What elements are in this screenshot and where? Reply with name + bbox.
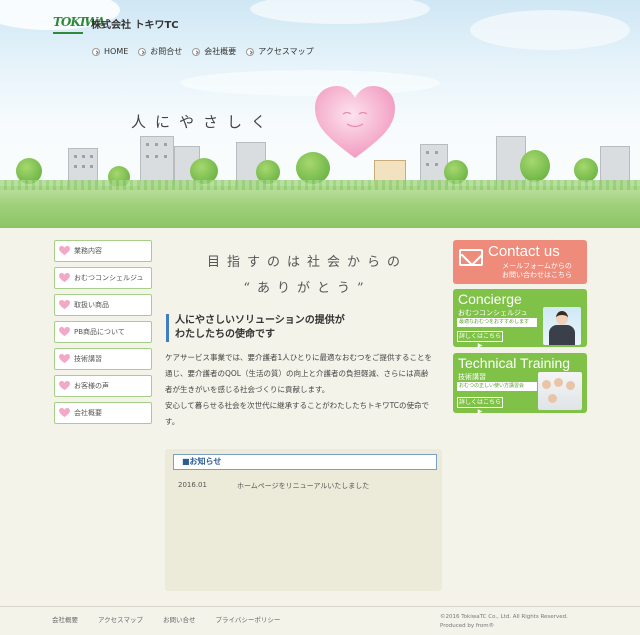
concierge-more-button[interactable]: 詳しくはこちら ▶: [457, 331, 503, 349]
copyright: ©2016 TokiwaTC Co., Ltd. All Rights Rese…: [440, 614, 568, 629]
footer-link-contact[interactable]: お問い合せ: [163, 614, 196, 624]
arrow-circle-icon: [92, 47, 100, 56]
technical-training-banner[interactable]: Technical Training 技術講習 おむつの正しい使い方講習会 詳し…: [453, 353, 587, 415]
news-text: ホームページをリニューアルいたしました: [236, 482, 370, 490]
side-nav: 業務内容 おむつコンシェルジュ 取扱い商品 PB商品について 技術講習 お客様の…: [54, 240, 152, 429]
sidebar-item-training[interactable]: 技術講習: [54, 348, 152, 370]
news-item[interactable]: 2016.01 ホームページをリニューアルいたしました: [178, 481, 369, 491]
arrow-circle-icon: [138, 47, 147, 56]
footer-divider: [0, 606, 640, 607]
nav-home[interactable]: HOME: [92, 46, 128, 57]
heart-cloud-icon: [315, 86, 395, 158]
news-panel: ■お知らせ 2016.01 ホームページをリニューアルいたしました: [165, 449, 442, 591]
mail-icon: [459, 249, 483, 266]
heart-icon: [59, 246, 70, 256]
sidebar-item-products[interactable]: 取扱い商品: [54, 294, 152, 316]
site-logo[interactable]: TOKIWA 株式会社 トキワTC: [53, 12, 179, 34]
news-date: 2016.01: [178, 481, 207, 489]
heart-icon: [59, 300, 70, 310]
contact-desc: メールフォームからの お問い合わせはこちら: [502, 262, 572, 279]
training-desc: おむつの正しい使い方講習会: [457, 382, 537, 391]
hero-banner: TOKIWA 株式会社 トキワTC HOME お問合せ 会社概要 アクセスマップ…: [0, 0, 640, 228]
footer-nav: 会社概要 アクセスマップ お問い合せ プライバシーポリシー: [52, 614, 280, 624]
heart-icon: [59, 327, 70, 337]
news-title: ■お知らせ: [173, 454, 437, 470]
contact-banner[interactable]: Contact us メールフォームからの お問い合わせはこちら: [453, 240, 587, 284]
nav-company[interactable]: 会社概要: [192, 46, 236, 57]
training-subtitle: 技術講習: [458, 373, 486, 381]
training-photo: [538, 372, 582, 410]
sidebar-item-services[interactable]: 業務内容: [54, 240, 152, 262]
logo-mark: TOKIWA: [53, 12, 105, 34]
footer-link-privacy[interactable]: プライバシーポリシー: [215, 614, 280, 624]
contact-title: Contact us: [488, 243, 560, 260]
mission-heading: 人にやさしいソリューションの提供が わたしたちの使命です: [166, 314, 345, 342]
sidebar-item-concierge[interactable]: おむつコンシェルジュ: [54, 267, 152, 289]
sidebar-item-pb-products[interactable]: PB商品について: [54, 321, 152, 343]
global-nav: HOME お問合せ 会社概要 アクセスマップ: [92, 46, 314, 57]
footer-link-access[interactable]: アクセスマップ: [98, 614, 143, 624]
hero-tagline: 人にやさしく: [131, 113, 276, 131]
concierge-photo: [543, 307, 581, 345]
main-heading: 目指すのは社会からの “ありがとう”: [176, 250, 438, 302]
company-name: 株式会社 トキワTC: [91, 19, 179, 31]
mission-body: ケアサービス事業では、要介護者1人ひとりに最適なおむつをご提供することを 通じ、…: [165, 353, 433, 426]
nav-contact[interactable]: お問合せ: [138, 46, 182, 57]
main-heading-line1: 目指すのは社会からの: [206, 255, 407, 270]
heart-icon: [59, 354, 70, 364]
main-heading-line2: “ありがとう”: [243, 281, 371, 296]
sidebar-item-company[interactable]: 会社概要: [54, 402, 152, 424]
grass-ground: [0, 180, 640, 228]
concierge-subtitle: おむつコンシェルジュ: [458, 309, 528, 317]
heart-icon: [59, 381, 70, 391]
heart-icon: [59, 273, 70, 283]
arrow-circle-icon: [246, 47, 255, 56]
concierge-desc: 最適なおむつをおすすめします: [457, 318, 537, 327]
nav-access-map[interactable]: アクセスマップ: [246, 46, 314, 57]
footer-link-company[interactable]: 会社概要: [52, 614, 78, 624]
arrow-circle-icon: [192, 47, 201, 56]
heart-icon: [59, 408, 70, 418]
concierge-title: Concierge: [458, 291, 522, 307]
training-more-button[interactable]: 詳しくはこちら ▶: [457, 397, 503, 415]
sidebar-item-testimonials[interactable]: お客様の声: [54, 375, 152, 397]
training-title: Technical Training: [458, 355, 571, 371]
concierge-banner[interactable]: Concierge おむつコンシェルジュ 最適なおむつをおすすめします 詳しくは…: [453, 289, 587, 349]
